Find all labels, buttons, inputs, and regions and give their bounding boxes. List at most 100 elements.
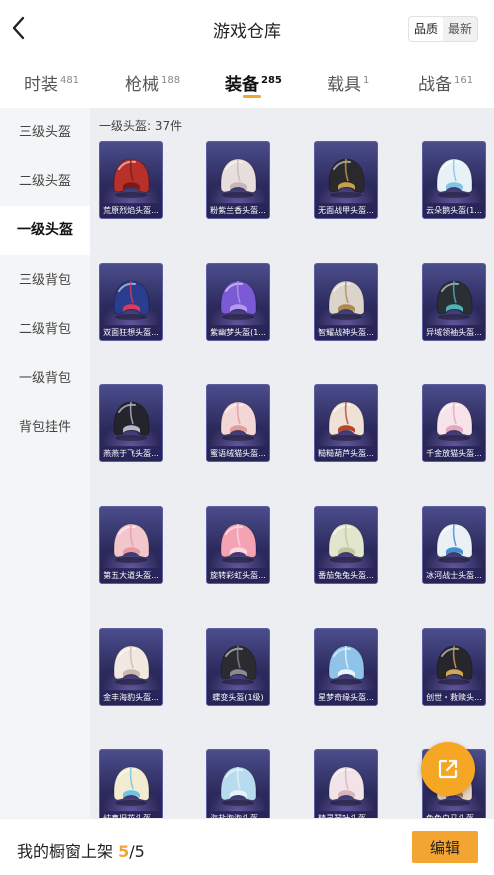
sidebar-item-level3-helmet[interactable]: 三级头盔 [0,108,90,157]
tab-count: 161 [454,75,474,86]
helmet-icon [113,401,150,441]
helmet-item-card[interactable]: 精灵琴叶头盔... [314,749,378,818]
tab-label: 载具 [327,75,361,95]
helmet-item-label: 双面狂想头盔... [100,325,162,340]
helmet-icon [113,766,150,806]
helmet-icon [113,280,150,320]
helmet-item-card[interactable]: 异域领袖头盔... [422,263,486,341]
helmet-item-card[interactable]: 番茄兔兔头盔... [314,506,378,584]
helmet-item-card[interactable]: 蜜语绒猫头盔... [206,384,270,462]
helmet-item-label: 旋转彩虹头盔... [207,568,269,583]
tab-combat-supplies[interactable]: 战备 161 [418,70,473,95]
showcase-label: 我的橱窗上架 [17,842,114,861]
helmet-icon [436,401,473,441]
sidebar-item-backpack-charm[interactable]: 背包挂件 [0,403,90,452]
helmet-item-card[interactable]: 海盐泡泡头盔... [206,749,270,818]
share-fab-button[interactable] [421,742,475,796]
sort-toggle[interactable]: 品质 最新 [407,16,478,42]
helmet-item-label: 千金放猫头盔... [423,446,485,461]
helmet-item-label: 精灵琴叶头盔... [315,811,377,818]
helmet-icon [113,523,150,563]
tab-count: 481 [60,75,80,86]
helmet-item-label: 兔兔白马头盔... [423,811,485,818]
helmet-icon [436,280,473,320]
helmet-item-label: 智耀战神头盔... [315,325,377,340]
helmet-item-card[interactable]: 旋转彩虹头盔... [206,506,270,584]
helmet-icon [220,280,257,320]
helmet-item-card[interactable]: 双面狂想头盔... [99,263,163,341]
sidebar-item-level1-helmet[interactable]: 一级头盔 [0,206,90,255]
helmet-item-label: 星梦奇缘头盔... [315,690,377,705]
helmet-item-label: 第五大道头盔... [100,568,162,583]
helmet-item-label: 番茄兔兔头盔... [315,568,377,583]
helmet-item-label: 粉紫兰香头盔... [207,203,269,218]
helmet-icon [220,401,257,441]
helmet-item-label: 异域领袖头盔... [423,325,485,340]
helmet-item-card[interactable]: 荒原烈焰头盔... [99,141,163,219]
active-tab-indicator [243,95,261,98]
helmet-item-card[interactable]: 冰河战士头盔... [422,506,486,584]
helmet-item-label: 蝶变头盔(1级) [207,690,269,705]
sidebar-item-level2-helmet[interactable]: 二级头盔 [0,157,90,206]
helmet-item-label: 荒原烈焰头盔... [100,203,162,218]
helmet-item-card[interactable]: 创世・救赎头... [422,628,486,706]
sort-option-latest[interactable]: 最新 [443,17,477,41]
helmet-icon [220,523,257,563]
helmet-item-label: 冰河战士头盔... [423,568,485,583]
edit-button[interactable]: 编辑 [412,831,478,863]
tab-vehicles[interactable]: 载具 1 [327,70,369,95]
showcase-count: 5 [118,842,130,861]
helmet-item-card[interactable]: 金丰海豹头盔... [99,628,163,706]
helmet-icon [328,158,365,198]
tab-count: 188 [161,75,181,86]
showcase-total: 5 [134,842,145,861]
helmet-item-label: 糙糙葫芦头盔... [315,446,377,461]
helmet-item-card[interactable]: 粉紫兰香头盔... [206,141,270,219]
helmet-item-card[interactable]: 第五大道头盔... [99,506,163,584]
helmet-item-card[interactable]: 无面战甲头盔... [314,141,378,219]
helmet-item-card[interactable]: 纯真旧花头盔... [99,749,163,818]
helmet-item-label: 创世・救赎头... [423,690,485,705]
sidebar-item-level2-backpack[interactable]: 二级背包 [0,305,90,354]
tab-count: 1 [363,75,370,86]
helmet-item-label: 无面战甲头盔... [315,203,377,218]
helmet-item-card[interactable]: 星梦奇缘头盔... [314,628,378,706]
helmet-icon [436,645,473,685]
helmet-icon [220,645,257,685]
helmet-icon [220,158,257,198]
category-tabs: 时装 481 枪械 188 装备 285 载具 1 战备 161 [0,58,494,108]
bottom-bar: 我的橱窗上架 5/5 编辑 [0,818,494,875]
tab-guns[interactable]: 枪械 188 [125,70,180,95]
showcase-status: 我的橱窗上架 5/5 [17,838,145,862]
helmet-icon [328,280,365,320]
helmet-item-label: 紫幽梦头盔(1... [207,325,269,340]
helmet-item-card[interactable]: 燕燕于飞头盔... [99,384,163,462]
helmet-icon [328,401,365,441]
share-external-icon [438,759,458,779]
tab-fashion[interactable]: 时装 481 [24,70,79,95]
helmet-item-card[interactable]: 糙糙葫芦头盔... [314,384,378,462]
sidebar: 三级头盔 二级头盔 一级头盔 三级背包 二级背包 一级背包 背包挂件 [0,108,90,818]
tab-label: 战备 [418,75,452,95]
tab-count: 285 [261,75,282,86]
helmet-icon [328,645,365,685]
sidebar-item-level3-backpack[interactable]: 三级背包 [0,256,90,305]
helmet-item-card[interactable]: 智耀战神头盔... [314,263,378,341]
helmet-icon [113,645,150,685]
helmet-icon [328,766,365,806]
item-grid-panel: 一级头盔: 37件 荒原烈焰头盔... 粉紫兰香头盔... 无面战甲头盔... 云朵鹅… [90,108,494,818]
helmet-item-card[interactable]: 蝶变头盔(1级) [206,628,270,706]
helmet-item-label: 金丰海豹头盔... [100,690,162,705]
tab-equipment[interactable]: 装备 285 [225,70,282,95]
helmet-icon [436,158,473,198]
tab-label: 时装 [24,75,58,95]
tab-label: 枪械 [125,75,159,95]
helmet-item-label: 纯真旧花头盔... [100,811,162,818]
helmet-item-card[interactable]: 千金放猫头盔... [422,384,486,462]
sidebar-item-level1-backpack[interactable]: 一级背包 [0,354,90,403]
helmet-item-label: 海盐泡泡头盔... [207,811,269,818]
sort-option-quality[interactable]: 品质 [408,17,443,41]
helmet-item-card[interactable]: 紫幽梦头盔(1... [206,263,270,341]
helmet-item-card[interactable]: 云朵鹅头盔(1... [422,141,486,219]
tab-label: 装备 [225,75,259,95]
